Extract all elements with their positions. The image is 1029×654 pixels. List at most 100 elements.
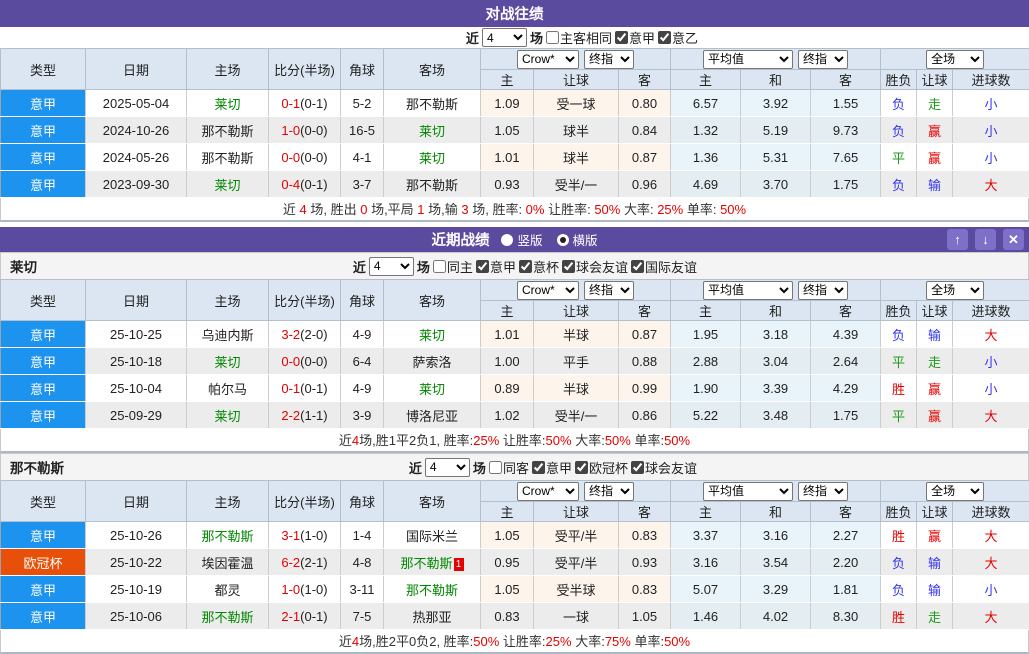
team0-average-stage-select[interactable]: 终指 xyxy=(798,281,848,300)
h2h-venue-checkbox[interactable] xyxy=(546,31,559,44)
halftime-score: (0-1) xyxy=(300,177,327,192)
average-cell-1: 5.19 xyxy=(741,117,811,144)
summary-label: 大率: xyxy=(572,433,605,448)
summary-label: 场, 胜出 xyxy=(307,202,360,217)
team1-average-select[interactable]: 平均值 xyxy=(703,482,793,501)
team1-odds-stage-select[interactable]: 终指 xyxy=(584,482,634,501)
team0-league-filter-0: 意甲 xyxy=(476,257,516,276)
team1-fulltime-select[interactable]: 全场 xyxy=(926,482,984,501)
team0-odds-stage-select[interactable]: 终指 xyxy=(584,281,634,300)
halftime-score: (0-0) xyxy=(300,123,327,138)
summary-value: 50% xyxy=(664,433,690,448)
h2h-odds-stage-select[interactable]: 终指 xyxy=(584,50,634,69)
view-option-1[interactable]: 横版 xyxy=(557,230,598,249)
radio-icon[interactable] xyxy=(501,234,513,246)
h2h-rounds-select[interactable]: 4 xyxy=(482,28,527,47)
score-cell: 0-0(0-0) xyxy=(269,144,341,171)
recent-titlebar: 近期战绩 竖版横版 ↑ ↓ ✕ xyxy=(0,227,1029,252)
corners-cell: 5-2 xyxy=(341,90,384,117)
score-cell: 0-1(0-1) xyxy=(269,375,341,402)
h2h-average-subheader-1: 和 xyxy=(741,70,811,90)
team0-odds-subheader-0: 主 xyxy=(481,301,534,321)
team0-result-subheader-1: 让球 xyxy=(917,301,953,321)
team0-league-label-1: 意杯 xyxy=(533,257,559,276)
h2h-table-row: 意甲2024-05-26那不勒斯0-0(0-0)4-1莱切1.01球半0.871… xyxy=(1,144,1029,171)
average-cell-1: 3.39 xyxy=(741,375,811,402)
average-cell-1: 3.92 xyxy=(741,90,811,117)
result-goals-cell: 大 xyxy=(953,321,1029,348)
league-badge: 意甲 xyxy=(1,90,86,117)
move-up-button[interactable]: ↑ xyxy=(947,229,968,250)
score-cell: 1-0(0-0) xyxy=(269,117,341,144)
average-cell-2: 1.81 xyxy=(811,576,881,603)
h2h-average-stage-select[interactable]: 终指 xyxy=(798,50,848,69)
team0-league-checkbox-1[interactable] xyxy=(519,260,532,273)
team0-fulltime-select[interactable]: 全场 xyxy=(926,281,984,300)
score-cell: 0-0(0-0) xyxy=(269,348,341,375)
team0-league-checkbox-2[interactable] xyxy=(562,260,575,273)
team1-league-checkbox-0[interactable] xyxy=(532,461,545,474)
fulltime-score: 2-1 xyxy=(281,609,300,624)
h2h-odds-subheader-0: 主 xyxy=(481,70,534,90)
team0-bookmaker-select[interactable]: Crow* xyxy=(517,281,579,300)
team0-venue-checkbox[interactable] xyxy=(433,260,446,273)
team1-league-checkbox-2[interactable] xyxy=(631,461,644,474)
h2h-league-checkbox-1[interactable] xyxy=(658,31,671,44)
away-team: 莱切 xyxy=(384,321,481,348)
team0-rounds-select[interactable]: 4 xyxy=(369,257,414,276)
team1-col-score-header: 比分(半场) xyxy=(269,481,341,522)
average-cell-1: 3.16 xyxy=(741,522,811,549)
team1-table-row: 意甲25-10-19都灵1-0(1-0)3-11那不勒斯1.05受半球0.835… xyxy=(1,576,1029,603)
home-team: 都灵 xyxy=(187,576,269,603)
away-team: 国际米兰 xyxy=(384,522,481,549)
summary-value: 50% xyxy=(605,433,631,448)
team1-league-checkbox-1[interactable] xyxy=(575,461,588,474)
arrow-down-icon: ↓ xyxy=(982,232,989,247)
result-outcome-cell: 胜 xyxy=(881,522,917,549)
h2h-fulltime-select[interactable]: 全场 xyxy=(926,50,984,69)
team0-table-slot: 类型日期主场比分(半场)角球客场Crow*终指平均值终指全场主让球客主和客胜负让… xyxy=(0,279,1029,429)
home-team: 莱切 xyxy=(187,402,269,429)
team1-bookmaker-select[interactable]: Crow* xyxy=(517,482,579,501)
result-handicap-cell: 输 xyxy=(917,576,953,603)
average-cell-0: 1.32 xyxy=(671,117,741,144)
odds-cell-1: 平手 xyxy=(534,348,619,375)
fulltime-score: 0-1 xyxy=(281,381,300,396)
team1-league-filter-0: 意甲 xyxy=(532,458,572,477)
h2h-average-select[interactable]: 平均值 xyxy=(703,50,793,69)
team1-average-stage-select[interactable]: 终指 xyxy=(798,482,848,501)
window-buttons: ↑ ↓ ✕ xyxy=(947,229,1024,250)
team1-league-filter-1: 欧冠杯 xyxy=(575,458,628,477)
odds-cell-2: 0.83 xyxy=(619,522,671,549)
team0-result-subheader-2: 进球数 xyxy=(953,301,1029,321)
team1-rounds-select[interactable]: 4 xyxy=(425,458,470,477)
close-button[interactable]: ✕ xyxy=(1003,229,1024,250)
league-badge: 意甲 xyxy=(1,402,86,429)
halftime-score: (0-1) xyxy=(300,609,327,624)
team0-league-label-2: 球会友谊 xyxy=(576,257,628,276)
team1-venue-checkbox[interactable] xyxy=(489,461,502,474)
average-cell-0: 6.57 xyxy=(671,90,741,117)
odds-cell-2: 0.86 xyxy=(619,402,671,429)
team0-venue-label: 同主 xyxy=(447,257,473,276)
h2h-average-subheader-2: 客 xyxy=(811,70,881,90)
average-cell-0: 5.22 xyxy=(671,402,741,429)
move-down-button[interactable]: ↓ xyxy=(975,229,996,250)
h2h-col-home-header: 主场 xyxy=(187,49,269,90)
h2h-odds-subheader-2: 客 xyxy=(619,70,671,90)
average-cell-2: 9.73 xyxy=(811,117,881,144)
team0-league-checkbox-0[interactable] xyxy=(476,260,489,273)
team0-league-checkbox-3[interactable] xyxy=(631,260,644,273)
h2h-result-subheader-1: 让球 xyxy=(917,70,953,90)
score-cell: 1-0(1-0) xyxy=(269,576,341,603)
radio-selected-icon[interactable] xyxy=(557,234,569,246)
odds-cell-1: 受一球 xyxy=(534,90,619,117)
team0-average-select[interactable]: 平均值 xyxy=(703,281,793,300)
h2h-league-checkbox-0[interactable] xyxy=(615,31,628,44)
result-outcome-cell: 负 xyxy=(881,576,917,603)
h2h-bookmaker-select[interactable]: Crow* xyxy=(517,50,579,69)
average-cell-1: 3.54 xyxy=(741,549,811,576)
result-handicap-cell: 输 xyxy=(917,171,953,198)
average-cell-2: 2.20 xyxy=(811,549,881,576)
view-option-0[interactable]: 竖版 xyxy=(501,230,542,249)
